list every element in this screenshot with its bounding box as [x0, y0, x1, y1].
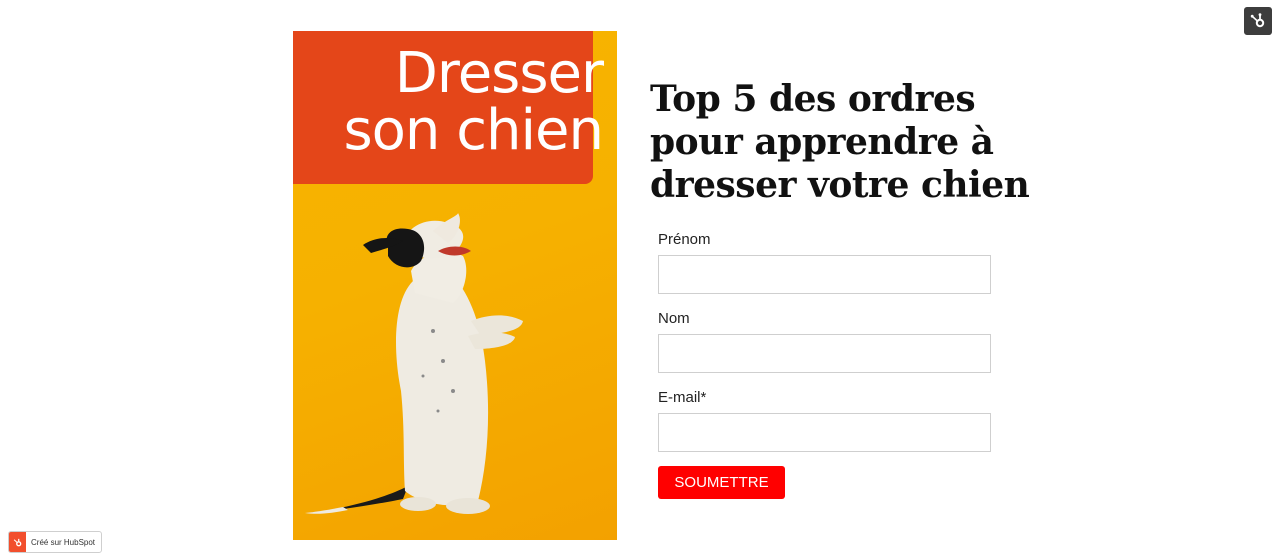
- hubspot-badge[interactable]: Créé sur HubSpot: [8, 531, 103, 553]
- hubspot-badge-icon: [9, 532, 26, 552]
- first-name-field: Prénom: [658, 231, 991, 310]
- ebook-cover: Dresser son chien: [293, 31, 617, 540]
- first-name-input[interactable]: [658, 255, 991, 294]
- cover-title-line-1: Dresser: [394, 41, 604, 106]
- last-name-input[interactable]: [658, 334, 991, 373]
- first-name-label: Prénom: [658, 231, 711, 248]
- email-input[interactable]: [658, 413, 991, 452]
- page-title: Top 5 des ordres pour apprendre à dresse…: [650, 78, 1030, 206]
- email-label: E-mail*: [658, 389, 707, 406]
- last-name-field: Nom: [658, 310, 991, 389]
- submit-button[interactable]: SOUMETTRE: [658, 466, 785, 499]
- email-field: E-mail*: [658, 389, 991, 468]
- cover-title-line-2: son chien: [343, 98, 604, 163]
- signup-form: Prénom Nom E-mail*: [658, 231, 991, 468]
- cover-title: Dresser son chien: [343, 41, 604, 163]
- hubspot-badge-text: Créé sur HubSpot: [31, 537, 96, 547]
- hubspot-icon[interactable]: [1244, 7, 1272, 35]
- last-name-label: Nom: [658, 310, 690, 327]
- hubspot-logo-icon: [1250, 13, 1265, 28]
